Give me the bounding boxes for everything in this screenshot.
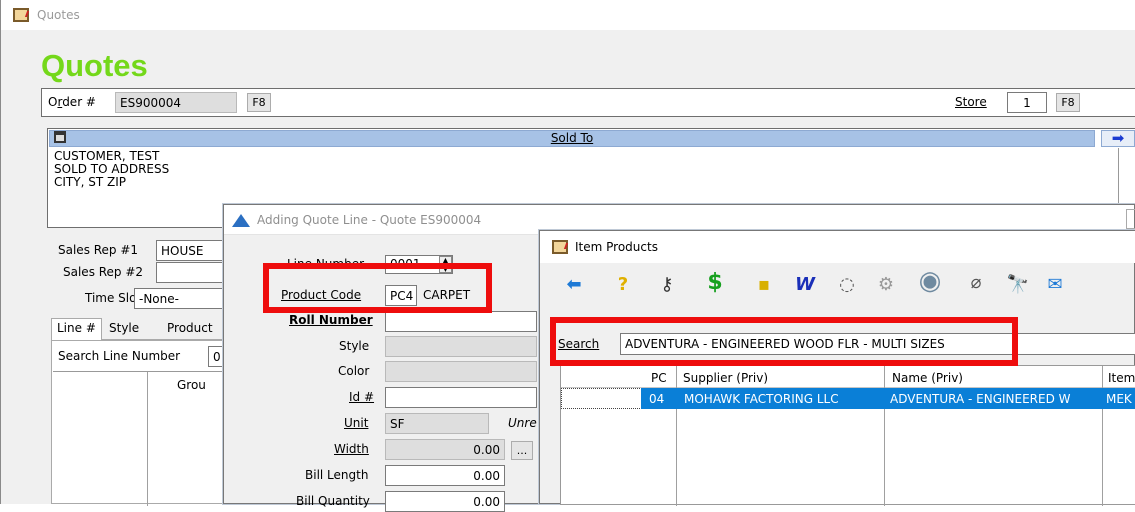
store-field[interactable]: 1 xyxy=(1007,92,1047,113)
line-tab-panel: Search Line Number 0 Grou xyxy=(51,340,252,506)
roll-number-field[interactable] xyxy=(385,311,537,332)
id-label: Id # xyxy=(349,390,375,404)
order-number-field[interactable]: ES900004 xyxy=(115,92,237,113)
sold-to-header: Sold To xyxy=(49,130,1095,147)
item-products-window-icon xyxy=(552,240,568,254)
cell-pc: 04 xyxy=(649,392,665,406)
tab-style[interactable]: Style xyxy=(109,321,139,335)
help-icon[interactable]: ? xyxy=(612,273,634,297)
sales-rep1-label: Sales Rep #1 xyxy=(58,243,139,257)
quotes-titlebar: Quotes xyxy=(1,0,1135,30)
product-code-highlight xyxy=(263,263,492,313)
note-icon[interactable]: ▪ xyxy=(754,273,774,297)
sold-to-label: Sold To xyxy=(550,131,594,145)
color-field[interactable] xyxy=(385,361,537,382)
grid-col-divider xyxy=(1102,366,1103,506)
window-control-icon[interactable] xyxy=(1126,209,1135,229)
width-calc-button[interactable]: ... xyxy=(511,441,533,460)
item-products-window: Item Products ⬅ ? ⚷ $ ▪ W ◌ ⚙ ◉ ⌀ 🔭 ✉ Se… xyxy=(539,230,1135,506)
grid-col-divider xyxy=(676,366,677,506)
width-label: Width xyxy=(334,442,369,456)
eraser-icon[interactable]: ◌ xyxy=(836,273,858,297)
sales-rep2-label: Sales Rep #2 xyxy=(63,265,144,279)
edit-document-icon[interactable]: W xyxy=(790,273,820,297)
unit-note: Unre xyxy=(508,416,537,430)
order-label: Order # xyxy=(48,95,96,109)
globe-icon[interactable]: ◉ xyxy=(910,268,950,294)
grid-col-header: Grou xyxy=(177,378,206,392)
unit-field[interactable]: SF xyxy=(385,413,489,434)
bill-quantity-field[interactable]: 0.00 xyxy=(385,491,505,512)
tab-line-number[interactable]: Line # xyxy=(51,318,102,340)
back-arrow-icon[interactable]: ⬅ xyxy=(562,273,586,297)
binoculars-icon[interactable]: 🔭 xyxy=(1006,273,1030,297)
width-field[interactable]: 0.00 xyxy=(385,439,505,460)
tab-product[interactable]: Product xyxy=(167,321,213,335)
sold-to-address: CUSTOMER, TEST SOLD TO ADDRESS CITY, ST … xyxy=(54,150,169,189)
bill-length-label: Bill Length xyxy=(305,468,369,482)
column-header-pc[interactable]: PC xyxy=(651,371,667,385)
grid-col-divider xyxy=(147,372,148,506)
sold-to-next-arrow-icon[interactable]: ➡ xyxy=(1101,130,1135,147)
order-panel: Order # ES900004 F8 Store 1 F8 xyxy=(41,88,1135,117)
grid-header: PC Supplier (Priv) Name (Priv) Item xyxy=(561,366,1135,388)
key-icon[interactable]: ⚷ xyxy=(656,273,678,297)
bill-length-field[interactable]: 0.00 xyxy=(385,465,505,486)
line-grid: Grou xyxy=(53,371,251,506)
sold-to-line: CITY, ST ZIP xyxy=(54,175,126,189)
paperclip-icon[interactable]: ⌀ xyxy=(962,271,990,295)
store-lookup-button[interactable]: F8 xyxy=(1056,93,1080,112)
cell-item: MEK xyxy=(1106,392,1132,406)
window-title: Quotes xyxy=(37,8,80,22)
color-label: Color xyxy=(338,364,370,378)
order-lookup-button[interactable]: F8 xyxy=(247,93,271,112)
app-logo-icon xyxy=(232,214,250,227)
search-line-label: Search Line Number xyxy=(58,349,181,363)
style-field[interactable] xyxy=(385,336,537,357)
dollar-icon[interactable]: $ xyxy=(698,271,732,295)
item-products-toolbar: ⬅ ? ⚷ $ ▪ W ◌ ⚙ ◉ ⌀ 🔭 ✉ xyxy=(540,263,1135,305)
time-slot-label: Time Slot xyxy=(85,291,142,305)
unit-label: Unit xyxy=(344,416,369,430)
store-label: Store xyxy=(955,95,987,109)
item-products-titlebar: Item Products xyxy=(540,231,1135,263)
item-products-grid: PC Supplier (Priv) Name (Priv) Item 04 M… xyxy=(560,365,1135,506)
item-products-title: Item Products xyxy=(575,240,658,254)
column-header-supplier[interactable]: Supplier (Priv) xyxy=(683,371,768,385)
roll-number-label: Roll Number xyxy=(289,313,373,327)
line-tabs: Line # Style Product xyxy=(51,318,251,340)
search-highlight xyxy=(550,317,1018,366)
id-field[interactable] xyxy=(385,387,537,408)
column-header-item[interactable]: Item xyxy=(1108,371,1135,385)
grid-col-divider xyxy=(884,366,885,506)
page-title: Quotes xyxy=(41,48,148,83)
quotes-window-icon xyxy=(13,8,29,22)
quote-line-title: Adding Quote Line - Quote ES900004 xyxy=(257,213,482,227)
bill-quantity-label: Bill Quantity xyxy=(296,494,370,508)
column-header-name[interactable]: Name (Priv) xyxy=(892,371,963,385)
mail-icon[interactable]: ✉ xyxy=(1043,273,1067,297)
lock-icon[interactable] xyxy=(54,131,66,143)
cell-supplier: MOHAWK FACTORING LLC xyxy=(684,392,839,406)
time-slot-select[interactable]: -None- xyxy=(134,288,236,309)
style-label: Style xyxy=(339,339,370,353)
cell-name: ADVENTURA - ENGINEERED W xyxy=(890,392,1071,406)
gear-icon[interactable]: ⚙ xyxy=(874,273,898,297)
